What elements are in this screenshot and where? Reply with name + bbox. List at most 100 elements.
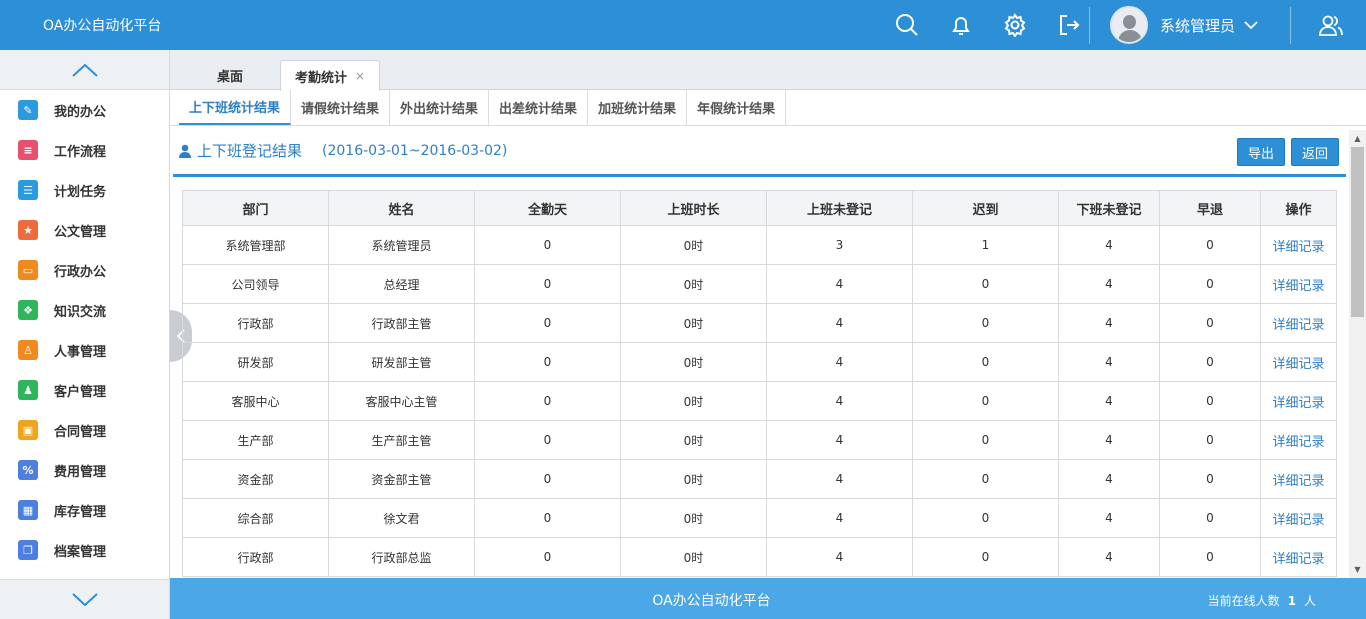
table-cell: 4 xyxy=(766,537,913,577)
table-cell: 4 xyxy=(1058,537,1160,577)
scroll-thumb[interactable] xyxy=(1351,147,1364,317)
sidebar-item[interactable]: ★ 公文管理 xyxy=(0,210,169,250)
export-button[interactable]: 导出 xyxy=(1237,138,1286,166)
table-cell: 总经理 xyxy=(328,264,475,304)
table-cell: 0 xyxy=(912,303,1059,343)
sidebar-item-label: 工作流程 xyxy=(54,144,107,160)
detail-link[interactable]: 详细记录 xyxy=(1260,342,1337,382)
sidebar-menu: ✎ 我的办公 ≡ 工作流程 ☰ 计划任务 ★ 公文管理 ▭ 行政办公 ❖ 知识交流 ♙ 人事管理 ♟ 客户管理… xyxy=(0,90,169,570)
top-bar: OA办公自动化平台 系统管理员 xyxy=(0,0,1366,50)
table-cell: 4 xyxy=(1058,498,1160,538)
subtab[interactable]: 上下班统计结果 xyxy=(179,90,292,125)
user-menu[interactable]: 系统管理员 xyxy=(1110,6,1259,44)
section-header: 上下班登记结果 (2016-03-01~2016-03-02) 导出 返回 xyxy=(173,126,1346,177)
detail-link[interactable]: 详细记录 xyxy=(1260,420,1337,460)
gear-icon[interactable] xyxy=(988,0,1042,50)
sidebar-item[interactable]: ▣ 合同管理 xyxy=(0,410,169,450)
sidebar-item[interactable]: ▭ 行政办公 xyxy=(0,250,169,290)
tab-desk[interactable]: 桌面 xyxy=(200,60,260,91)
table-cell: 0 xyxy=(912,264,1059,304)
column-header: 下班未登记 xyxy=(1058,190,1160,226)
attendance-table: 部门 姓名 全勤天 上班时长 上班未登记 迟到 下班未登记 早退 操作 系统管理部 系统管理员 0 0… xyxy=(182,190,1337,577)
detail-link[interactable]: 详细记录 xyxy=(1260,264,1337,304)
contact-icon: ♟ xyxy=(18,380,38,400)
detail-link[interactable]: 详细记录 xyxy=(1260,381,1337,421)
sidebar-item-label: 知识交流 xyxy=(54,304,107,320)
table-cell: 0时 xyxy=(620,225,767,265)
sidebar-scroll-up[interactable] xyxy=(0,50,169,90)
table-cell: 行政部总监 xyxy=(328,537,475,577)
table-row: 生产部 生产部主管 0 0时 4 0 4 0 详细记录 xyxy=(182,420,1337,460)
table-cell: 0 xyxy=(474,459,621,499)
sidebar-item[interactable]: ❐ 档案管理 xyxy=(0,530,169,570)
sidebar-item[interactable]: ✎ 我的办公 xyxy=(0,90,169,130)
sidebar-item-label: 合同管理 xyxy=(54,424,107,440)
detail-link[interactable]: 详细记录 xyxy=(1260,225,1337,265)
bell-icon[interactable] xyxy=(934,0,988,50)
table-cell: 系统管理员 xyxy=(328,225,475,265)
tab-attendance-label: 考勤统计 xyxy=(294,70,347,86)
table-cell: 0 xyxy=(474,264,621,304)
table-cell: 4 xyxy=(1058,381,1160,421)
sidebar-item[interactable]: ≡ 工作流程 xyxy=(0,130,169,170)
detail-link[interactable]: 详细记录 xyxy=(1260,459,1337,499)
subtab[interactable]: 加班统计结果 xyxy=(588,90,688,125)
list-icon: ☰ xyxy=(18,180,38,200)
subtab[interactable]: 年假统计结果 xyxy=(687,90,787,125)
top-icons xyxy=(880,0,1096,50)
subtab[interactable]: 外出统计结果 xyxy=(390,90,490,125)
sidebar-item[interactable]: ♙ 人事管理 xyxy=(0,330,169,370)
section-title: 上下班登记结果 (2016-03-01~2016-03-02) xyxy=(178,140,507,161)
table-cell: 4 xyxy=(1058,342,1160,382)
table-cell: 资金部 xyxy=(182,459,329,499)
table-cell: 0 xyxy=(912,537,1059,577)
table-cell: 0 xyxy=(912,342,1059,382)
sidebar-item[interactable]: ☰ 计划任务 xyxy=(0,170,169,210)
detail-link[interactable]: 详细记录 xyxy=(1260,537,1337,577)
scroll-up-arrow[interactable]: ▲ xyxy=(1353,134,1362,143)
sidebar-item-label: 档案管理 xyxy=(54,544,107,560)
flow-icon: ≡ xyxy=(18,140,38,160)
table-row: 行政部 行政部总监 0 0时 4 0 4 0 详细记录 xyxy=(182,537,1337,577)
user-name: 系统管理员 xyxy=(1160,16,1236,35)
table-cell: 0 xyxy=(474,498,621,538)
sidebar-item[interactable]: ♟ 客户管理 xyxy=(0,370,169,410)
table-cell: 资金部主管 xyxy=(328,459,475,499)
back-button[interactable]: 返回 xyxy=(1291,138,1340,166)
search-icon[interactable] xyxy=(880,0,934,50)
table-cell: 4 xyxy=(766,498,913,538)
tab-attendance[interactable]: 考勤统计 × xyxy=(280,60,380,91)
table-cell: 0 xyxy=(474,342,621,382)
main-content: 上下班登记结果 (2016-03-01~2016-03-02) 导出 返回 部门… xyxy=(170,126,1349,578)
scroll-down-arrow[interactable]: ▼ xyxy=(1353,565,1362,574)
subtab[interactable]: 请假统计结果 xyxy=(291,90,391,125)
scrollbar[interactable]: ▲ ▼ xyxy=(1349,130,1366,578)
table-cell: 0时 xyxy=(620,420,767,460)
table-cell: 0 xyxy=(1159,303,1261,343)
table-cell: 0 xyxy=(912,459,1059,499)
user-icon xyxy=(179,144,191,158)
table-cell: 0时 xyxy=(620,264,767,304)
table-header: 部门 姓名 全勤天 上班时长 上班未登记 迟到 下班未登记 早退 操作 xyxy=(182,190,1337,226)
close-icon[interactable]: × xyxy=(355,69,365,83)
table-cell: 0时 xyxy=(620,381,767,421)
table-cell: 生产部主管 xyxy=(328,420,475,460)
sidebar-item[interactable]: ▦ 库存管理 xyxy=(0,490,169,530)
detail-link[interactable]: 详细记录 xyxy=(1260,303,1337,343)
table-row: 综合部 徐文君 0 0时 4 0 4 0 详细记录 xyxy=(182,498,1337,538)
table-cell: 0时 xyxy=(620,498,767,538)
online-label: 当前在线人数 xyxy=(1207,594,1280,608)
table-cell: 0时 xyxy=(620,459,767,499)
sidebar-item[interactable]: % 费用管理 xyxy=(0,450,169,490)
leaf-icon: ❖ xyxy=(18,300,38,320)
detail-link[interactable]: 详细记录 xyxy=(1260,498,1337,538)
table-cell: 0 xyxy=(474,420,621,460)
table-cell: 行政部主管 xyxy=(328,303,475,343)
table-cell: 4 xyxy=(1058,459,1160,499)
logout-icon[interactable] xyxy=(1042,0,1096,50)
users-icon[interactable] xyxy=(1318,12,1344,38)
sidebar-item[interactable]: ❖ 知识交流 xyxy=(0,290,169,330)
table-cell: 4 xyxy=(766,303,913,343)
subtab[interactable]: 出差统计结果 xyxy=(489,90,589,125)
sidebar-scroll-down[interactable] xyxy=(0,579,169,619)
